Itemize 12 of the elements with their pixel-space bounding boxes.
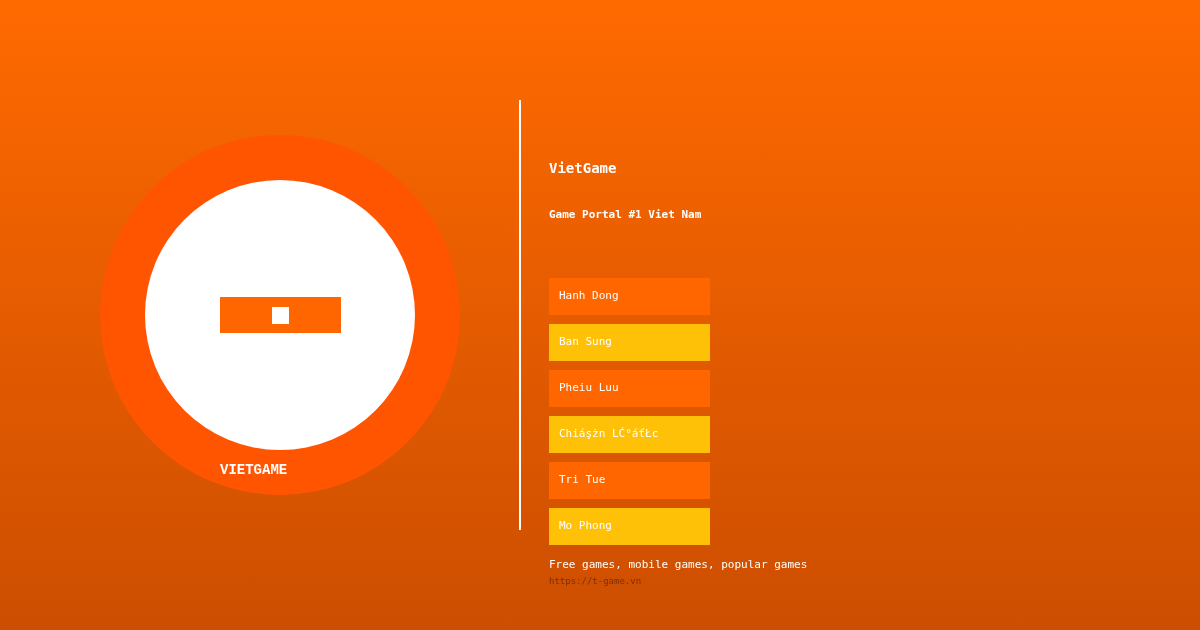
logo-text: VIETGAME — [220, 461, 288, 480]
site-title: VietGame — [549, 159, 618, 178]
category-button[interactable]: Mo Phong — [549, 507, 710, 545]
logo-bar-icon — [219, 297, 341, 333]
category-button[interactable]: Ban Sung — [549, 323, 710, 361]
category-button[interactable]: Hanh Dong — [549, 277, 710, 315]
site-description: Free games, mobile games, popular games — [549, 556, 808, 573]
site-url[interactable]: https://t-game.vn — [549, 575, 808, 589]
category-button[interactable]: Pheiu Luu — [549, 369, 710, 407]
site-tagline: Game Portal #1 Viet Nam — [549, 207, 703, 223]
category-button[interactable]: Chiáşżn LĆ°áťŁc — [549, 415, 710, 453]
category-button[interactable]: Tri Tue — [549, 461, 710, 499]
